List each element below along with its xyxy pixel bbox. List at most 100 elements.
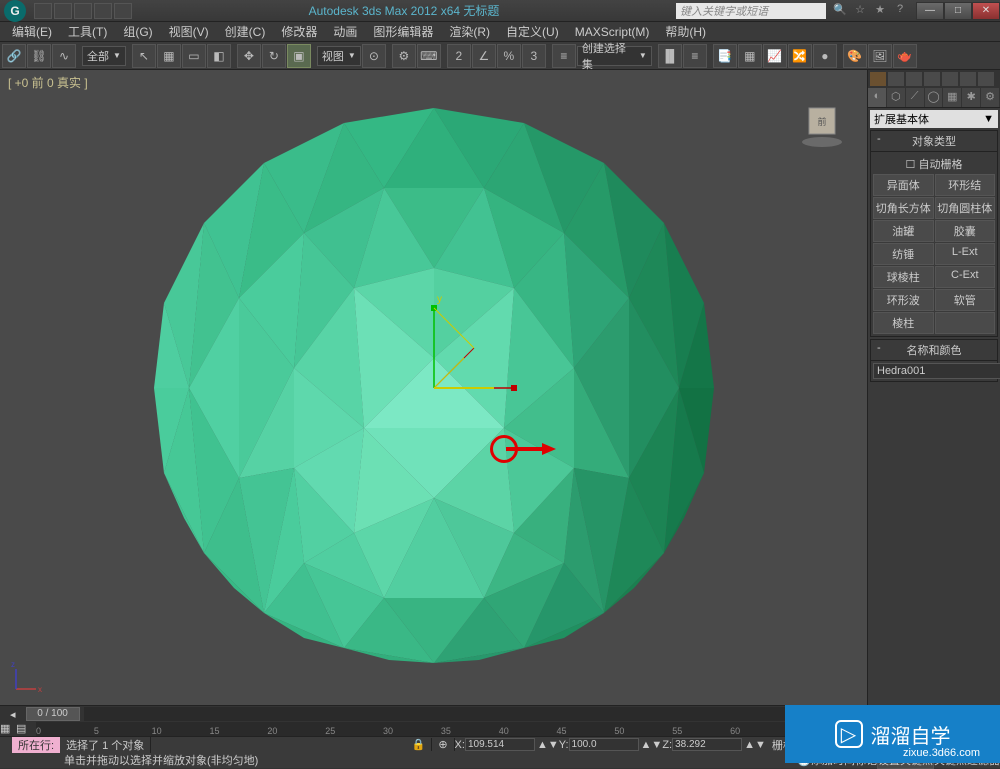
category-dropdown[interactable]: 扩展基本体▼ (870, 110, 998, 128)
name-color-header[interactable]: -名称和颜色 (871, 340, 997, 361)
util-icon[interactable] (888, 72, 904, 86)
rotate-icon[interactable]: ↻ (262, 44, 286, 68)
mirror-icon[interactable]: ▐▌ (658, 44, 682, 68)
track-bar-icon[interactable]: ▦ (0, 722, 16, 736)
material-editor-icon[interactable]: ● (813, 44, 837, 68)
x-coord-input[interactable] (465, 738, 535, 751)
render-icon[interactable]: 🫖 (893, 44, 917, 68)
menu-views[interactable]: 视图(V) (161, 23, 217, 40)
selection-filter-dropdown[interactable]: 全部▼ (82, 46, 126, 66)
menu-group[interactable]: 组(G) (115, 23, 160, 40)
menu-customize[interactable]: 自定义(U) (498, 23, 567, 40)
render-frame-icon[interactable]: 🖼 (868, 44, 892, 68)
window-crossing-icon[interactable]: ◧ (207, 44, 231, 68)
time-slider[interactable]: 0 / 100 (26, 707, 80, 721)
menu-help[interactable]: 帮助(H) (657, 23, 714, 40)
comm-icon[interactable]: ☆ (852, 3, 868, 19)
search-icon[interactable]: 🔍 (832, 3, 848, 19)
obj-btn-capsule[interactable]: 胶囊 (935, 220, 996, 242)
obj-btn-chamferbox[interactable]: 切角长方体 (873, 197, 934, 219)
qat-undo[interactable] (94, 3, 112, 19)
modify-tab[interactable]: ⬡ (887, 88, 906, 107)
obj-btn-gengon[interactable]: 球棱柱 (873, 266, 934, 288)
schematic-icon[interactable]: 🔀 (788, 44, 812, 68)
ref-coord-dropdown[interactable]: 视图▼ (317, 46, 361, 66)
menu-rendering[interactable]: 渲染(R) (441, 23, 498, 40)
manipulate-icon[interactable]: ⚙ (392, 44, 416, 68)
util-icon[interactable] (870, 72, 886, 86)
obj-btn-spindle[interactable]: 纺锤 (873, 243, 934, 265)
track-bar-icon[interactable]: ▤ (16, 722, 32, 736)
auto-grid-checkbox[interactable]: ☐ 自动栅格 (873, 154, 995, 174)
hedra-object[interactable]: y (144, 98, 724, 678)
utilities-tab[interactable]: ✱ (962, 88, 981, 107)
move-icon[interactable]: ✥ (237, 44, 261, 68)
render-setup-icon[interactable]: 🎨 (843, 44, 867, 68)
motion-tab[interactable]: ◯ (925, 88, 944, 107)
obj-btn-lext[interactable]: L-Ext (935, 243, 996, 265)
snap-angle-icon[interactable]: ∠ (472, 44, 496, 68)
select-region-icon[interactable]: ▭ (182, 44, 206, 68)
snap-2d-icon[interactable]: 2 (447, 44, 471, 68)
viewport-label[interactable]: [ +0 前 0 真实 ] (8, 74, 88, 91)
menu-tools[interactable]: 工具(T) (60, 23, 115, 40)
menu-create[interactable]: 创建(C) (217, 23, 274, 40)
edit-named-icon[interactable]: ≡ (552, 44, 576, 68)
bind-icon[interactable]: ∿ (52, 44, 76, 68)
hierarchy-tab[interactable]: ⟋ (906, 88, 925, 107)
obj-btn-ringwave[interactable]: 环形波 (873, 289, 934, 311)
minimize-button[interactable]: — (916, 2, 944, 20)
help-search-input[interactable]: 键入关键字或短语 (676, 3, 826, 19)
extra-tab[interactable]: ⚙ (981, 88, 1000, 107)
obj-btn-prism[interactable]: 棱柱 (873, 312, 934, 334)
menu-edit[interactable]: 编辑(E) (4, 23, 60, 40)
obj-btn-hose[interactable]: 软管 (935, 289, 996, 311)
app-icon[interactable]: G (4, 0, 26, 22)
viewcube[interactable]: 前 (797, 100, 847, 150)
z-coord-input[interactable] (672, 738, 742, 751)
snap-percent-icon[interactable]: % (497, 44, 521, 68)
maximize-button[interactable]: □ (944, 2, 972, 20)
obj-btn-torus-knot[interactable]: 环形结 (935, 174, 996, 196)
create-tab[interactable]: ◐ (868, 88, 887, 107)
lock-icon[interactable]: 🔒 (406, 738, 433, 751)
obj-btn-chamfercyl[interactable]: 切角圆柱体 (935, 197, 996, 219)
util-icon[interactable] (906, 72, 922, 86)
object-type-header[interactable]: -对象类型 (871, 131, 997, 152)
named-selection-dropdown[interactable]: 创建选择集▼ (577, 46, 652, 66)
util-icon[interactable] (978, 72, 994, 86)
display-tab[interactable]: ▦ (943, 88, 962, 107)
menu-modifiers[interactable]: 修改器 (273, 23, 325, 40)
unlink-icon[interactable]: ⛓ (27, 44, 51, 68)
pivot-icon[interactable]: ⊙ (362, 44, 386, 68)
snap-spinner-icon[interactable]: 3 (522, 44, 546, 68)
obj-btn-cext[interactable]: C-Ext (935, 266, 996, 288)
qat-button[interactable] (54, 3, 72, 19)
qat-button[interactable] (34, 3, 52, 19)
select-name-icon[interactable]: ▦ (157, 44, 181, 68)
select-icon[interactable]: ↖ (132, 44, 156, 68)
object-name-input[interactable] (873, 363, 1000, 379)
util-icon[interactable] (960, 72, 976, 86)
keyboard-icon[interactable]: ⌨ (417, 44, 441, 68)
favorite-icon[interactable]: ★ (872, 3, 888, 19)
menu-graph-editors[interactable]: 图形编辑器 (365, 23, 441, 40)
help-icon[interactable]: ? (892, 3, 908, 19)
viewport[interactable]: [ +0 前 0 真实 ] 前 (0, 70, 867, 705)
util-icon[interactable] (924, 72, 940, 86)
obj-btn-hedra[interactable]: 异面体 (873, 174, 934, 196)
align-icon[interactable]: ≡ (683, 44, 707, 68)
menu-animation[interactable]: 动画 (325, 23, 365, 40)
curve-editor-icon[interactable]: 📈 (763, 44, 787, 68)
util-icon[interactable] (942, 72, 958, 86)
qat-redo[interactable] (114, 3, 132, 19)
scale-icon[interactable]: ▣ (287, 44, 311, 68)
qat-button[interactable] (74, 3, 92, 19)
frame-back-icon[interactable]: ◂ (10, 708, 16, 721)
obj-btn-oiltank[interactable]: 油罐 (873, 220, 934, 242)
layer-icon[interactable]: 📑 (713, 44, 737, 68)
graphite-icon[interactable]: ▦ (738, 44, 762, 68)
link-icon[interactable]: 🔗 (2, 44, 26, 68)
menu-maxscript[interactable]: MAXScript(M) (567, 25, 658, 39)
close-button[interactable]: ✕ (972, 2, 1000, 20)
